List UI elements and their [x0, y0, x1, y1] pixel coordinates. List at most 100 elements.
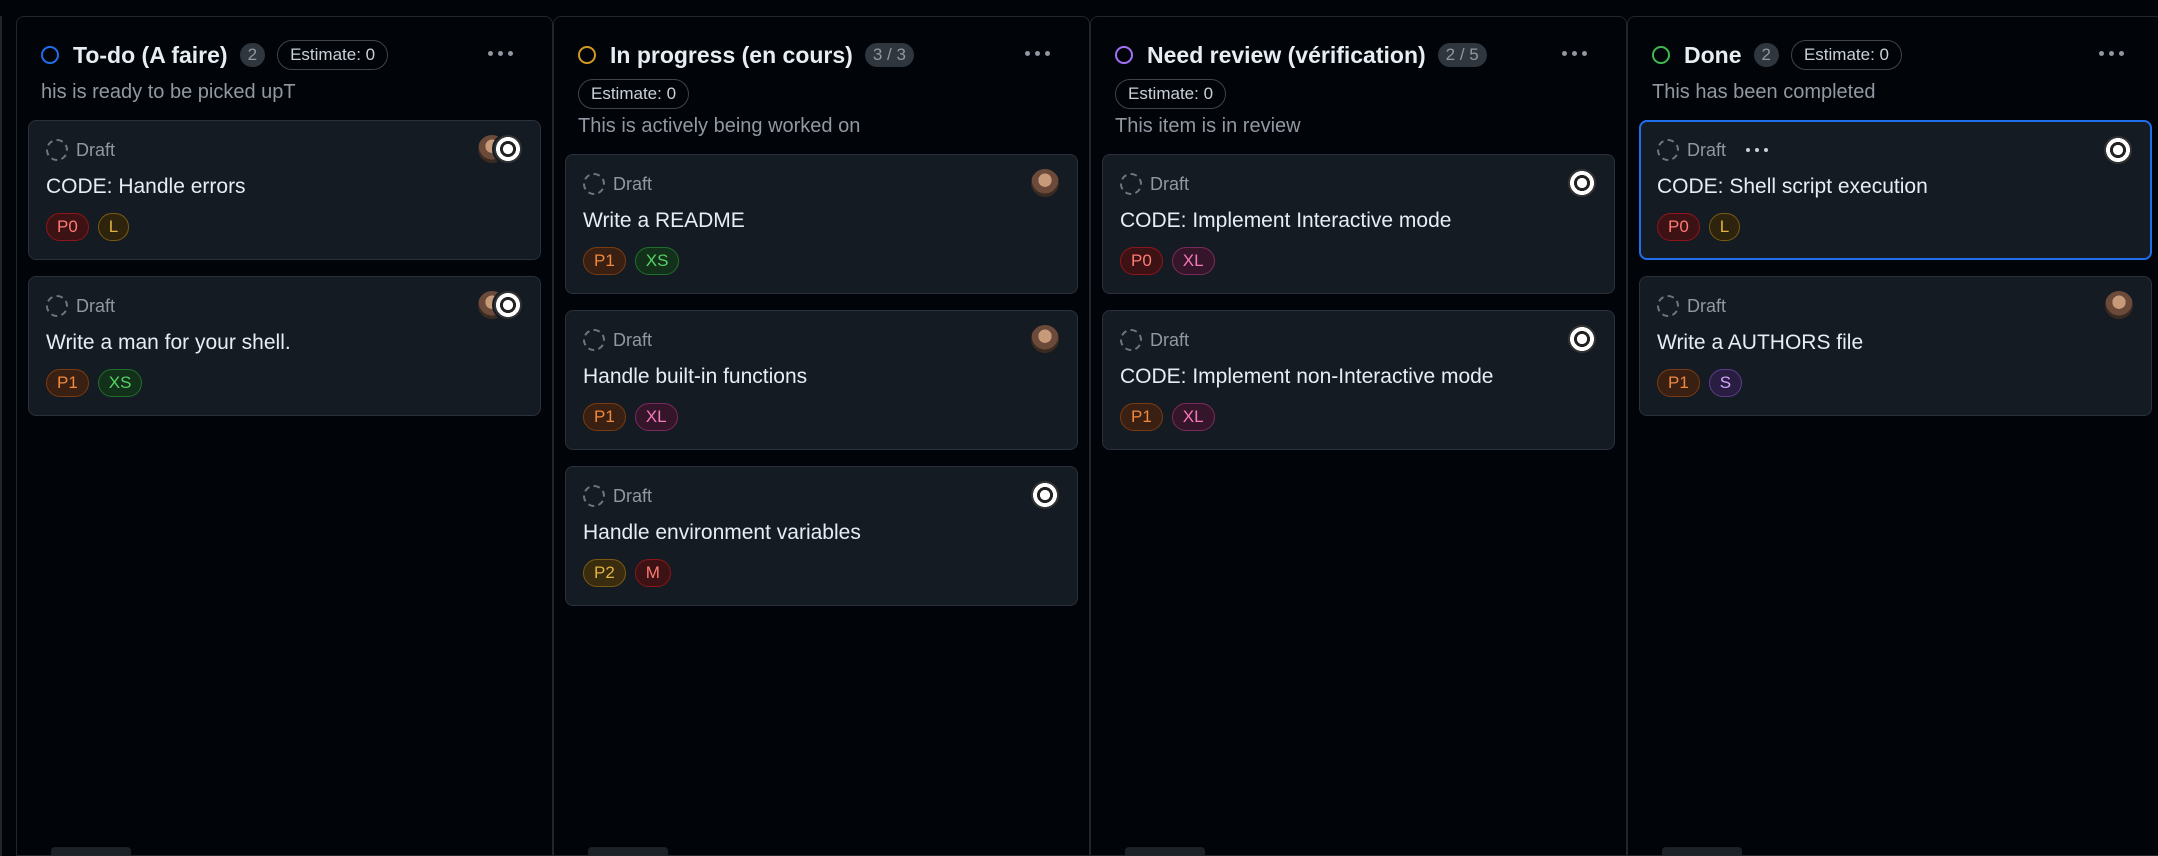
item-title[interactable]: CODE: Shell script execution [1657, 175, 2134, 199]
priority-label[interactable]: P0 [1657, 213, 1700, 241]
assignee-avatars[interactable] [1029, 323, 1061, 355]
column-menu-button[interactable] [2093, 41, 2129, 65]
column-title: To-do (A faire) [73, 41, 228, 68]
priority-label[interactable]: P1 [583, 403, 626, 431]
column-header: To-do (A faire) 2 Estimate: 0 his is rea… [17, 17, 552, 104]
size-label[interactable]: L [97, 213, 130, 241]
add-item-footer[interactable] [1125, 843, 1205, 855]
column-description: This is actively being worked on [578, 115, 861, 137]
item-card[interactable]: Draft Handle environment variables P2 M [565, 466, 1078, 606]
item-labels: P1 XS [46, 369, 523, 397]
size-label[interactable]: S [1708, 369, 1743, 397]
item-card[interactable]: Draft Write a README P1 XS [565, 154, 1078, 294]
item-status-label: Draft [613, 173, 653, 194]
item-labels: P1 XL [1120, 403, 1597, 431]
assignee-avatars[interactable] [476, 289, 524, 321]
column-menu-button[interactable] [1019, 41, 1055, 65]
item-labels: P0 L [46, 213, 523, 241]
avatar [1029, 323, 1061, 355]
assignee-avatars[interactable] [476, 133, 524, 165]
add-item-footer[interactable] [1662, 843, 1742, 855]
item-title[interactable]: Write a man for your shell. [46, 331, 523, 355]
item-status-label: Draft [613, 485, 653, 506]
item-labels: P2 M [583, 559, 1060, 587]
column-header: Need review (vérification) 2 / 5 Estimat… [1091, 17, 1626, 138]
column-header: In progress (en cours) 3 / 3 Estimate: 0… [554, 17, 1089, 138]
card-menu-button[interactable] [1746, 140, 1769, 160]
item-title[interactable]: Handle environment variables [583, 521, 1060, 545]
item-status-label: Draft [1150, 173, 1190, 194]
draft-icon [1120, 173, 1142, 195]
item-title[interactable]: Handle built-in functions [583, 365, 1060, 389]
priority-label[interactable]: P1 [583, 247, 626, 275]
draft-icon [1657, 139, 1679, 161]
item-title[interactable]: CODE: Handle errors [46, 175, 523, 199]
priority-label[interactable]: P2 [583, 559, 626, 587]
status-circle-icon [578, 46, 596, 64]
item-status-label: Draft [1687, 295, 1727, 316]
assignee-avatars[interactable] [1566, 167, 1598, 199]
card-list: Draft CODE: Shell script execution P0 L [1628, 120, 2158, 416]
assignee-avatars[interactable] [1029, 167, 1061, 199]
card-list: Draft CODE: Handle errors P0 L Draft Wri… [17, 120, 552, 416]
assignee-avatars[interactable] [1029, 479, 1061, 511]
item-labels: P0 XL [1120, 247, 1597, 275]
draft-icon [583, 485, 605, 507]
size-label[interactable]: XL [1171, 403, 1215, 431]
item-title[interactable]: Write a AUTHORS file [1657, 331, 2134, 355]
column-header: Done 2 Estimate: 0 This has been complet… [1628, 17, 2158, 104]
size-label[interactable]: XS [97, 369, 143, 397]
item-labels: P1 XL [583, 403, 1060, 431]
avatar [2103, 289, 2135, 321]
draft-icon [583, 329, 605, 351]
column-title: Need review (vérification) [1147, 41, 1426, 68]
column-description: his is ready to be picked upT [41, 81, 296, 103]
item-card[interactable]: Draft CODE: Handle errors P0 L [28, 120, 541, 260]
add-item-footer[interactable] [588, 843, 668, 855]
item-card[interactable]: Draft Write a man for your shell. P1 XS [28, 276, 541, 416]
item-status-label: Draft [76, 139, 116, 160]
item-card[interactable]: Draft Write a AUTHORS file P1 S [1639, 276, 2152, 416]
avatar [1029, 479, 1061, 511]
item-title[interactable]: CODE: Implement non-Interactive mode [1120, 365, 1597, 389]
item-labels: P1 XS [583, 247, 1060, 275]
avatar [1566, 167, 1598, 199]
column-need-review: Need review (vérification) 2 / 5 Estimat… [1090, 16, 1627, 856]
card-list: Draft Write a README P1 XS Draft Handle … [554, 154, 1089, 606]
priority-label[interactable]: P0 [1120, 247, 1163, 275]
size-label[interactable]: XL [634, 403, 678, 431]
add-item-footer[interactable] [51, 843, 131, 855]
previous-column-edge [0, 16, 2, 856]
avatar [1566, 323, 1598, 355]
assignee-avatars[interactable] [1566, 323, 1598, 355]
priority-label[interactable]: P0 [46, 213, 89, 241]
item-card-selected[interactable]: Draft CODE: Shell script execution P0 L [1639, 120, 2152, 260]
priority-label[interactable]: P1 [1120, 403, 1163, 431]
size-label[interactable]: M [634, 559, 671, 587]
item-title[interactable]: Write a README [583, 209, 1060, 233]
column-done: Done 2 Estimate: 0 This has been complet… [1627, 16, 2158, 856]
priority-label[interactable]: P1 [1657, 369, 1700, 397]
column-menu-button[interactable] [1556, 41, 1592, 65]
draft-icon [583, 173, 605, 195]
size-label[interactable]: XS [634, 247, 680, 275]
avatar [2102, 134, 2134, 166]
assignee-avatars[interactable] [2102, 134, 2134, 166]
column-menu-button[interactable] [482, 41, 518, 65]
status-circle-icon [1652, 46, 1670, 64]
size-label[interactable]: XL [1171, 247, 1215, 275]
assignee-avatars[interactable] [2103, 289, 2135, 321]
priority-label[interactable]: P1 [46, 369, 89, 397]
item-title[interactable]: CODE: Implement Interactive mode [1120, 209, 1597, 233]
item-labels: P1 S [1657, 369, 2134, 397]
item-count-badge: 2 [239, 43, 266, 67]
size-label[interactable]: L [1708, 213, 1741, 241]
avatar [492, 289, 524, 321]
item-card[interactable]: Draft CODE: Implement non-Interactive mo… [1102, 310, 1615, 450]
column-title: Done [1684, 41, 1742, 68]
draft-icon [46, 295, 68, 317]
status-circle-icon [1115, 46, 1133, 64]
item-card[interactable]: Draft CODE: Implement Interactive mode P… [1102, 154, 1615, 294]
item-card[interactable]: Draft Handle built-in functions P1 XL [565, 310, 1078, 450]
estimate-badge: Estimate: 0 [1115, 79, 1227, 109]
